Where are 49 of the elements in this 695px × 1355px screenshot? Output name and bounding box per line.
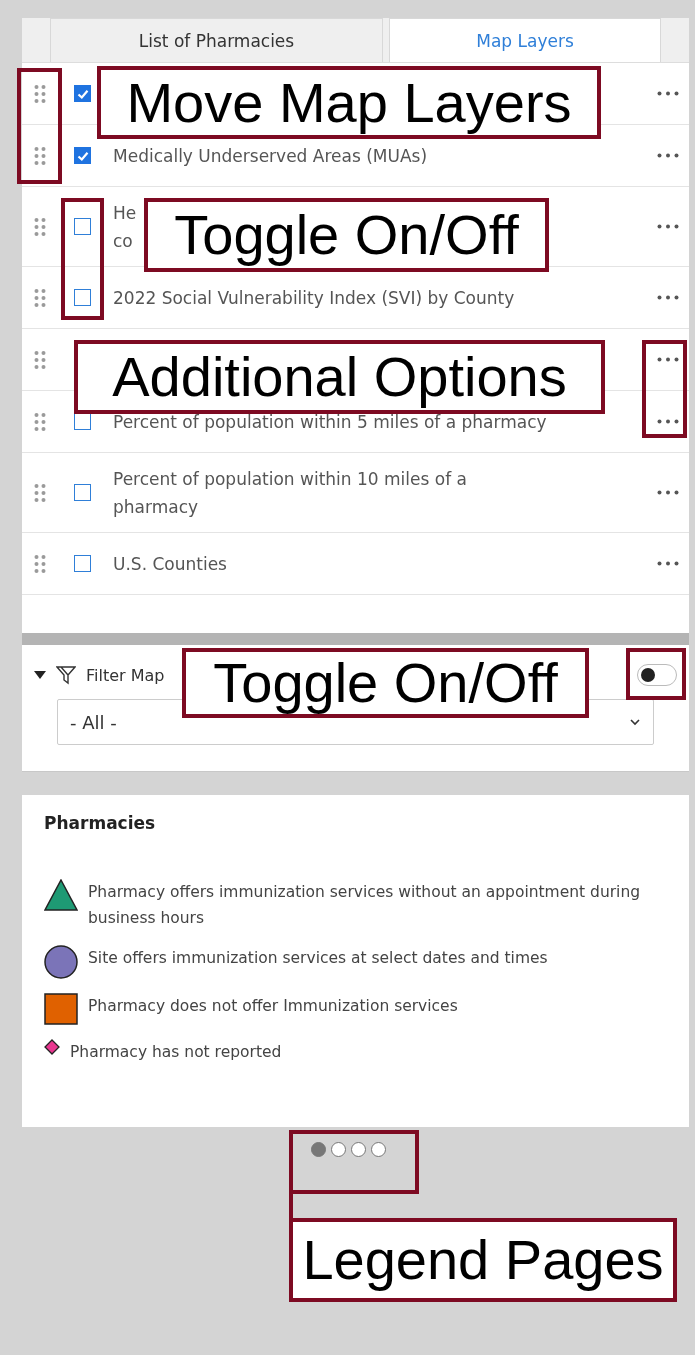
legend-label: Pharmacy does not offer Immunization services [88,996,458,1017]
collapse-caret-icon[interactable] [34,670,46,680]
layer-name: Medically Underserved Areas (MUAs) [113,144,428,168]
more-options-icon[interactable] [657,295,679,300]
layer-checkbox[interactable] [74,289,91,306]
drag-handle-icon[interactable] [34,553,46,574]
page-dot[interactable] [371,1142,386,1157]
more-options-icon[interactable] [657,224,679,229]
more-options-icon[interactable] [657,419,679,424]
layer-checkbox[interactable] [74,147,91,164]
callout-label: Toggle On/Off [182,648,589,718]
drag-handle-icon[interactable] [34,83,46,104]
more-options-icon[interactable] [657,490,679,495]
layer-checkbox[interactable] [74,218,91,235]
layer-name: U.S. Counties [113,552,227,576]
drag-handle-icon[interactable] [34,216,46,237]
legend-label: Site offers immunization services at select dates and times [88,948,548,969]
callout-label: Toggle On/Off [144,198,549,272]
more-options-icon[interactable] [657,561,679,566]
tab[interactable]: List of Pharmacies [50,18,383,62]
legend-label: Pharmacy offers immunization services without an appointment during business hours [88,882,642,929]
drag-handle-icon[interactable] [34,411,46,432]
tab[interactable]: Map Layers [389,18,661,62]
highlight-frame [626,648,686,700]
filter-label: Filter Map [86,665,165,685]
page-dot[interactable] [331,1142,346,1157]
more-options-icon[interactable] [657,153,679,158]
layer-checkbox[interactable] [74,85,91,102]
layer-name: Percent of population within 10 miles of a pharmacy [113,467,467,519]
drag-handle-icon[interactable] [34,349,46,370]
callout-label: Legend Pages [289,1218,677,1302]
page-dot[interactable] [311,1142,326,1157]
more-options-icon[interactable] [657,91,679,96]
drag-handle-icon[interactable] [34,482,46,503]
layer-checkbox[interactable] [74,484,91,501]
drag-handle-icon[interactable] [34,287,46,308]
layer-name: 2022 Social Vulnerability Index (SVI) by County [113,286,515,310]
callout-label: Additional Options [74,340,605,414]
page-dot[interactable] [351,1142,366,1157]
more-options-icon[interactable] [657,357,679,362]
chevron-down-icon [629,718,641,726]
legend-label: Pharmacy has not reported [70,1042,282,1063]
legend-title: Pharmacies [44,813,157,833]
drag-handle-icon[interactable] [34,145,46,166]
filter-icon [56,665,76,685]
callout-label: Move Map Layers [97,66,601,139]
layer-name: He co [113,201,137,253]
toggle-switch[interactable] [637,664,677,686]
layer-checkbox[interactable] [74,555,91,572]
